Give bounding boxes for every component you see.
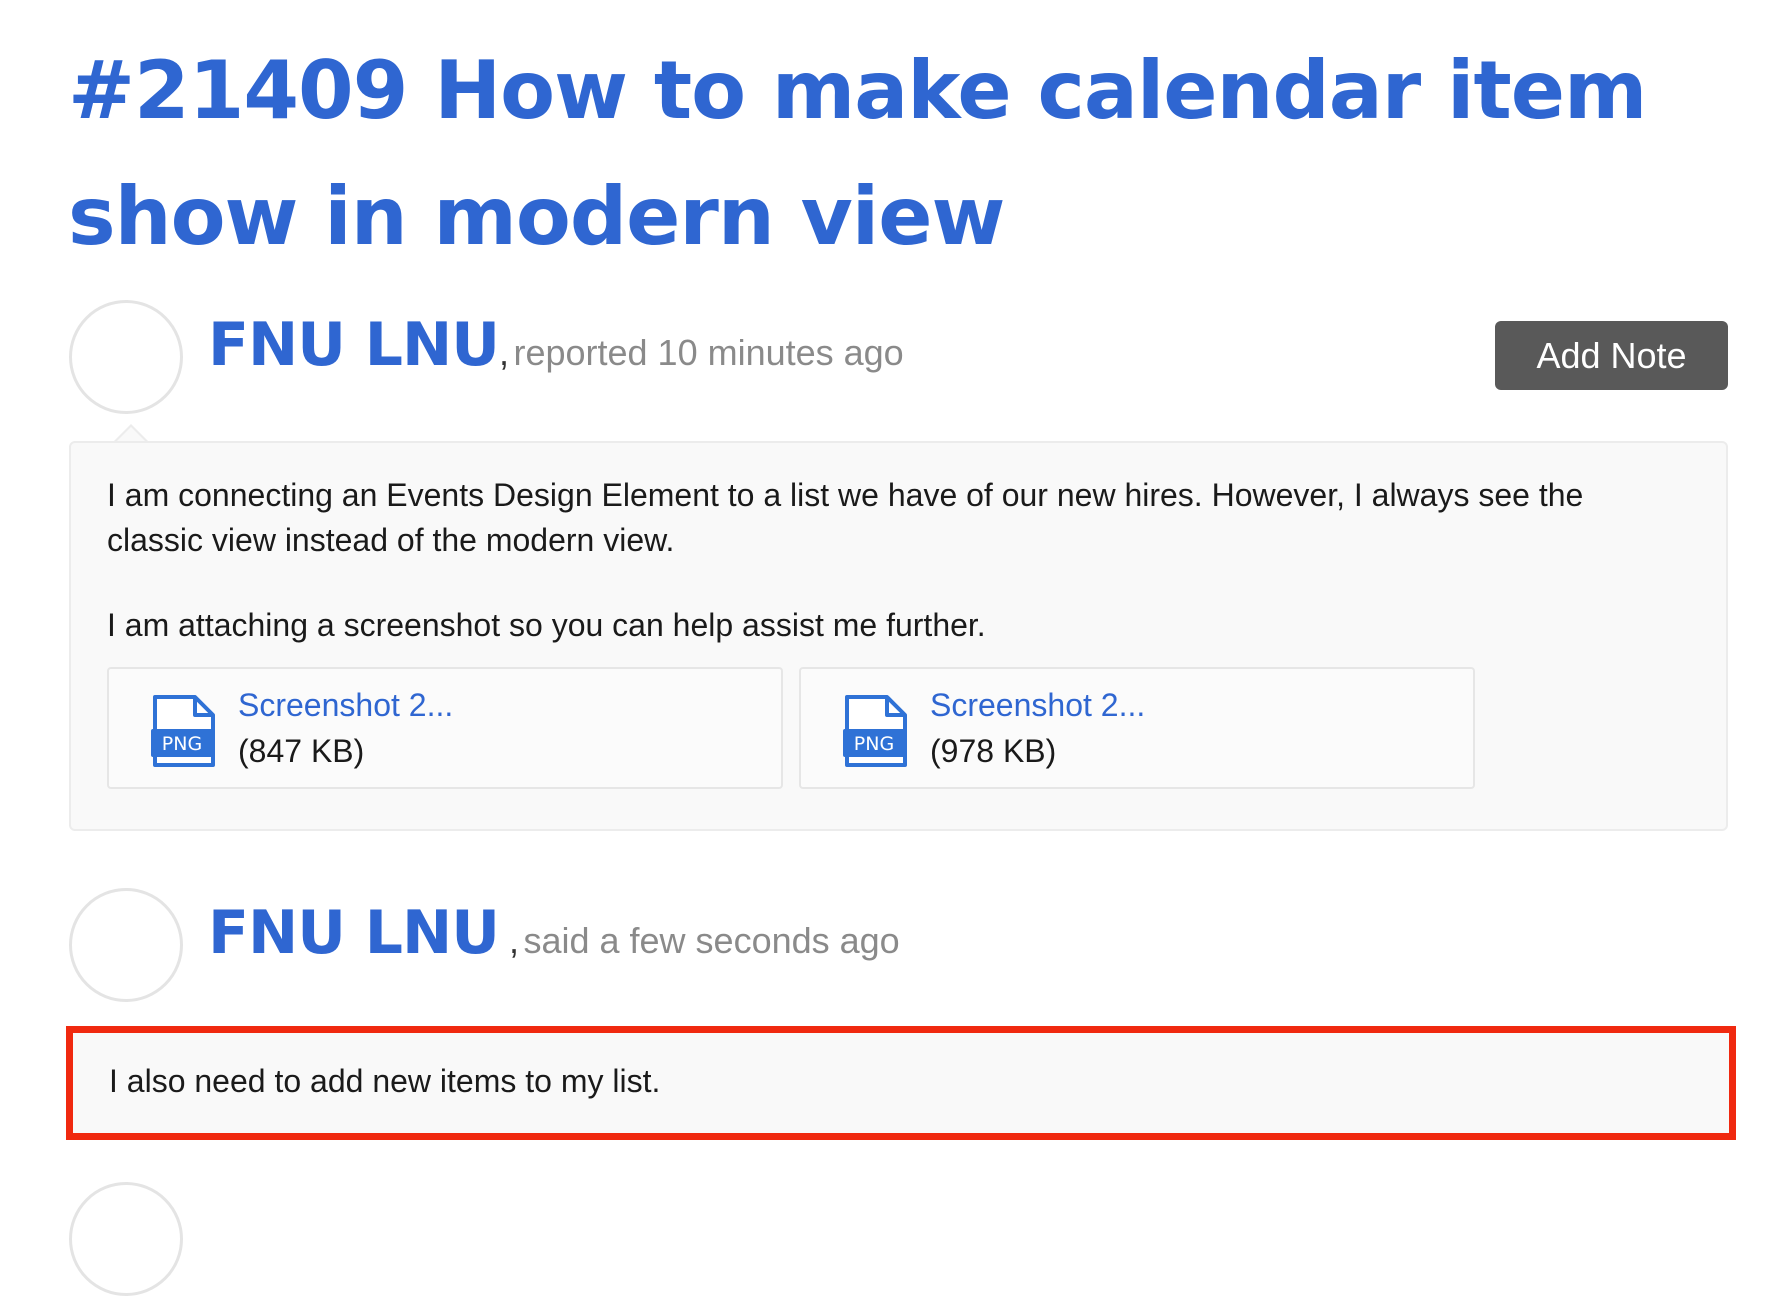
- commenter-timestamp: said a few seconds ago: [523, 920, 900, 961]
- reporter-timestamp: reported 10 minutes ago: [513, 332, 904, 373]
- commenter-line: FNU LNU , said a few seconds ago: [208, 898, 900, 968]
- reporter-name[interactable]: FNU LNU: [208, 310, 500, 380]
- add-note-button[interactable]: Add Note: [1495, 321, 1728, 390]
- png-file-icon: PNG: [843, 695, 907, 767]
- file-type-label: PNG: [854, 733, 894, 755]
- commenter-name[interactable]: FNU LNU: [208, 898, 500, 968]
- attachment-size: (847 KB): [238, 733, 365, 769]
- attachment-size: (978 KB): [930, 733, 1057, 769]
- reporter-separator: ,: [498, 332, 509, 373]
- png-file-icon: PNG: [151, 695, 215, 767]
- attachment-name[interactable]: Screenshot 2...: [238, 687, 453, 724]
- report-body: I am connecting an Events Design Element…: [69, 441, 1728, 831]
- next-avatar: [69, 1182, 183, 1296]
- comment-body-highlighted: I also need to add new items to my list.: [66, 1026, 1736, 1140]
- attachment-card[interactable]: PNG Screenshot 2... (978 KB): [799, 667, 1475, 789]
- reporter-avatar: [69, 300, 183, 414]
- report-paragraph-1: I am connecting an Events Design Element…: [107, 477, 1584, 558]
- attachment-name[interactable]: Screenshot 2...: [930, 687, 1145, 724]
- commenter-avatar: [69, 888, 183, 1002]
- report-paragraph-2: I am attaching a screenshot so you can h…: [107, 607, 986, 643]
- comment-text: I also need to add new items to my list.: [109, 1063, 661, 1099]
- commenter-separator: ,: [498, 920, 519, 961]
- note-pointer: [113, 424, 149, 443]
- reporter-line: FNU LNU, reported 10 minutes ago: [208, 310, 904, 380]
- file-type-label: PNG: [162, 733, 202, 755]
- attachment-card[interactable]: PNG Screenshot 2... (847 KB): [107, 667, 783, 789]
- page-title: #21409 How to make calendar item show in…: [68, 44, 1647, 263]
